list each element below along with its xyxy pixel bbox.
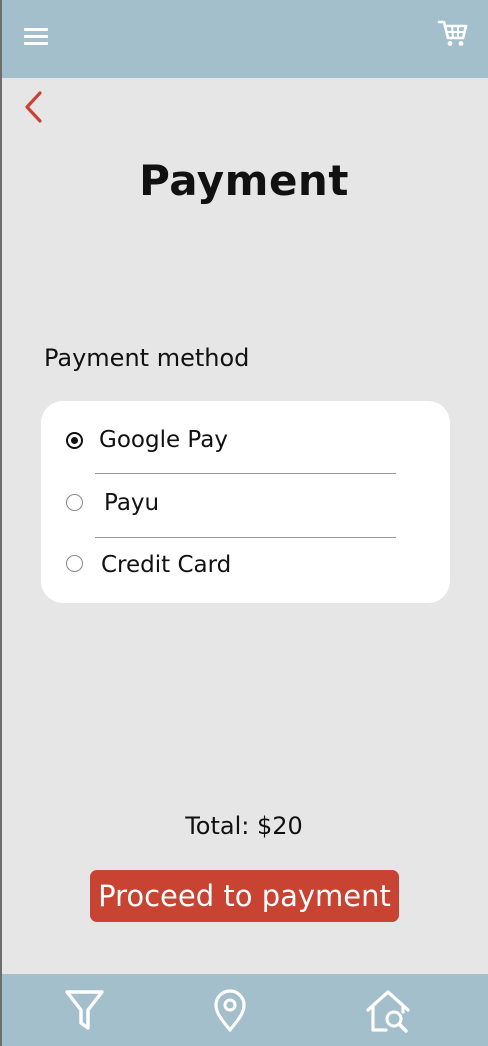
divider: [95, 537, 396, 538]
bottom-navigation-bar: [2, 974, 488, 1046]
radio-unselected-icon[interactable]: [66, 494, 83, 511]
payment-options-card: Google Pay Payu Credit Card: [41, 401, 450, 603]
cart-button[interactable]: [436, 16, 470, 50]
payment-option-payu[interactable]: Payu: [41, 481, 450, 527]
page-title: Payment: [139, 156, 349, 205]
radio-selected-icon[interactable]: [66, 432, 83, 449]
order-total: Total: $20: [185, 812, 303, 840]
payment-option-label: Google Pay: [99, 427, 228, 453]
shopping-cart-icon: [437, 20, 468, 46]
top-app-bar: [2, 0, 488, 78]
home-search-icon: [366, 990, 410, 1033]
divider: [95, 473, 396, 474]
radio-unselected-icon[interactable]: [66, 555, 83, 572]
location-pin-icon: [214, 989, 246, 1032]
filter-button[interactable]: [63, 988, 107, 1034]
payment-option-google-pay[interactable]: Google Pay: [41, 419, 450, 465]
hamburger-line: [24, 42, 48, 45]
payment-option-credit-card[interactable]: Credit Card: [41, 543, 450, 589]
payment-method-label: Payment method: [44, 344, 250, 372]
back-button[interactable]: [20, 88, 50, 128]
hamburger-menu-icon: [24, 28, 48, 31]
home-search-button[interactable]: [364, 988, 412, 1034]
hamburger-line: [24, 35, 48, 38]
payment-option-label: Payu: [104, 490, 160, 516]
chevron-left-icon: [25, 91, 42, 123]
menu-button[interactable]: [24, 26, 50, 46]
payment-option-label: Credit Card: [101, 552, 232, 578]
proceed-to-payment-button[interactable]: Proceed to payment: [90, 870, 399, 922]
location-button[interactable]: [208, 988, 252, 1034]
filter-icon: [65, 990, 104, 1030]
